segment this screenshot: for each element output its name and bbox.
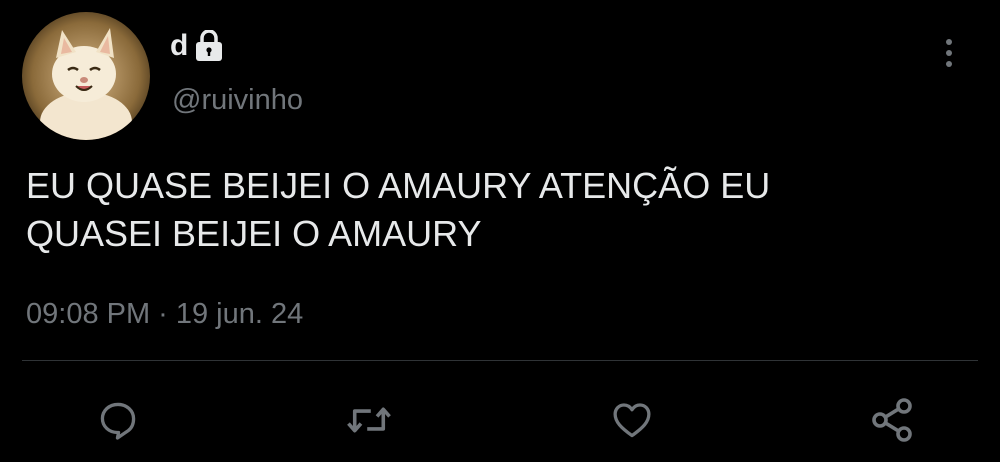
author-name-row: d — [170, 26, 224, 66]
more-options-button[interactable] — [934, 34, 964, 74]
heart-icon — [613, 403, 651, 438]
share-icon — [872, 398, 912, 442]
like-button[interactable] — [604, 392, 660, 448]
author-handle[interactable]: @ruivinho — [172, 80, 303, 120]
display-name[interactable]: d — [170, 26, 188, 66]
retweet-icon — [347, 407, 391, 433]
share-button[interactable] — [864, 392, 920, 448]
reply-icon — [100, 402, 136, 440]
reply-button[interactable] — [90, 392, 146, 448]
tweet-timestamp[interactable]: 09:08 PM · 19 jun. 24 — [26, 294, 303, 334]
divider — [22, 360, 978, 361]
cat-avatar-image — [22, 12, 150, 140]
more-vertical-icon — [946, 39, 952, 67]
avatar[interactable] — [22, 12, 150, 140]
tweet-date: 19 jun. 24 — [175, 298, 304, 330]
meta-separator: · — [158, 298, 168, 330]
tweet-time: 09:08 PM — [26, 298, 151, 330]
lock-icon — [194, 29, 224, 62]
tweet-card: d @ruivinho EU QUASE BEIJEI O AMAURY ATE… — [0, 0, 1000, 462]
retweet-button[interactable] — [341, 392, 397, 448]
tweet-text: EU QUASE BEIJEI O AMAURY ATENÇÃO EU QUAS… — [26, 165, 771, 254]
